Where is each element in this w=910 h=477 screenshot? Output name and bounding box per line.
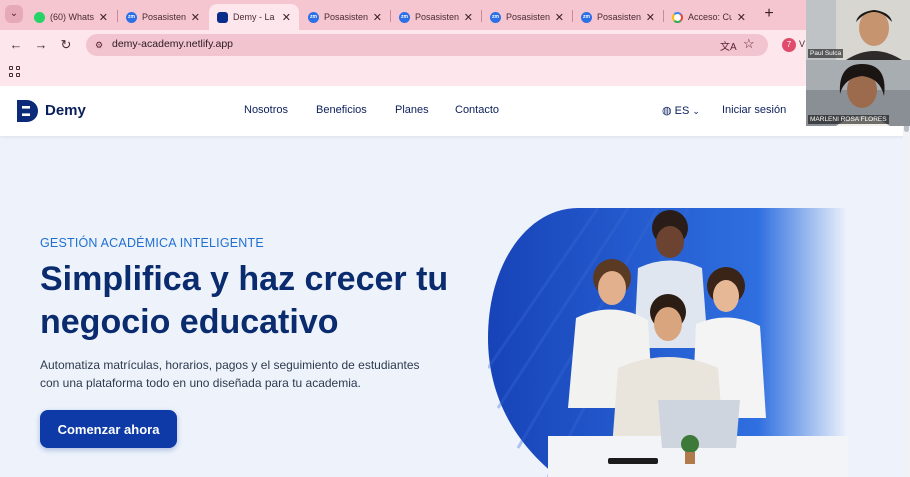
demy-icon [217, 11, 228, 23]
tab-title: Acceso: Cu [688, 12, 732, 22]
tab-title: Demy - La [233, 12, 275, 22]
hero-title: Simplifica y haz crecer tu negocio educa… [40, 260, 449, 341]
tab-posasistencia[interactable]: zm Posasistencia ✕ [482, 4, 572, 30]
tab-posasistencia[interactable]: zm Posasistencia ✕ [118, 4, 208, 30]
zoom-icon: zm [399, 11, 410, 23]
nav-contacto[interactable]: Contacto [455, 104, 499, 116]
site-info-icon[interactable]: ⚙ [92, 38, 106, 52]
tab-title: Posasistencia [142, 12, 186, 22]
tab-title: Posasistencia [597, 12, 641, 22]
close-icon[interactable]: ✕ [99, 11, 108, 24]
tab-whatsapp[interactable]: (60) WhatsApp ✕ [26, 4, 116, 30]
address-bar[interactable]: ⚙ demy-academy.netlify.app 文A ☆ [86, 34, 768, 56]
tab-strip: ⌄ (60) WhatsApp ✕ zm Posasistencia ✕ Dem… [0, 0, 910, 30]
tab-title: Posasistencia [415, 12, 459, 22]
tab-title: Posasistencia [324, 12, 368, 22]
tab-title: Posasistencia [506, 12, 550, 22]
page-scrollbar[interactable] [903, 116, 910, 477]
zoom-icon: zm [581, 11, 592, 23]
brand-name[interactable]: Demy [45, 102, 86, 119]
browser-toolbar: ← → ↻ ⚙ demy-academy.netlify.app 文A ☆ 7 … [0, 30, 910, 60]
close-icon[interactable]: ✕ [555, 11, 564, 24]
zoom-icon: zm [490, 11, 501, 23]
bookmark-star-icon[interactable]: ☆ [743, 36, 755, 52]
video-tile-2: MARLENI ROSA FLORES [806, 60, 910, 126]
nav-beneficios[interactable]: Beneficios [316, 104, 367, 116]
translate-icon[interactable]: 文A [720, 38, 737, 53]
close-icon[interactable]: ✕ [191, 11, 200, 24]
participant-name: Paul Sulca [808, 49, 844, 58]
close-icon[interactable]: ✕ [373, 11, 382, 24]
site-header: Demy Nosotros Beneficios Planes Contacto… [0, 86, 910, 136]
hero-image [488, 208, 848, 477]
hero-eyebrow: GESTIÓN ACADÉMICA INTELIGENTE [40, 236, 264, 250]
close-icon[interactable]: ✕ [464, 11, 473, 24]
nav-nosotros[interactable]: Nosotros [244, 104, 288, 116]
extension-icon[interactable]: 7 [782, 38, 796, 52]
tab-posasistencia[interactable]: zm Posasistencia ✕ [391, 4, 481, 30]
reload-icon[interactable]: ↻ [57, 36, 75, 54]
tab-google[interactable]: Acceso: Cu ✕ [664, 4, 754, 30]
zoom-icon: zm [126, 11, 137, 23]
hero-subtitle: Automatiza matrículas, horarios, pagos y… [40, 358, 420, 390]
participant-name: MARLENI ROSA FLORES [808, 115, 889, 124]
tab-posasistencia[interactable]: zm Posasistencia ✕ [300, 4, 390, 30]
new-tab-button[interactable]: + [760, 5, 778, 23]
close-icon[interactable]: ✕ [737, 11, 746, 24]
back-icon[interactable]: ← [7, 36, 25, 54]
start-now-button[interactable]: Comenzar ahora [40, 410, 177, 448]
zoom-icon: zm [308, 11, 319, 23]
tab-search-button[interactable]: ⌄ [5, 5, 23, 23]
forward-icon[interactable]: → [32, 36, 50, 54]
language-selector[interactable]: ◍ ES ⌄ [662, 104, 700, 117]
google-icon [672, 11, 683, 23]
bookmarks-bar [0, 60, 910, 86]
nav-planes[interactable]: Planes [395, 104, 429, 116]
globe-icon: ◍ [662, 105, 672, 117]
demy-logo-icon[interactable] [17, 100, 39, 122]
close-icon[interactable]: ✕ [282, 11, 291, 24]
page-viewport: Demy Nosotros Beneficios Planes Contacto… [0, 86, 910, 477]
chevron-down-icon: ⌄ [692, 106, 700, 116]
tab-demy[interactable]: Demy - La ✕ [209, 4, 299, 30]
video-tile-1: Paul Sulca [806, 0, 910, 60]
apps-grid-icon[interactable] [9, 66, 20, 77]
language-code: ES [674, 105, 690, 117]
tab-title: (60) WhatsApp [50, 12, 94, 22]
close-icon[interactable]: ✕ [646, 11, 655, 24]
whatsapp-icon [34, 11, 45, 23]
login-link[interactable]: Iniciar sesión [722, 104, 786, 116]
tab-posasistencia[interactable]: zm Posasistencia ✕ [573, 4, 663, 30]
profile-label[interactable]: V [799, 39, 805, 49]
url-text[interactable]: demy-academy.netlify.app [112, 38, 233, 50]
